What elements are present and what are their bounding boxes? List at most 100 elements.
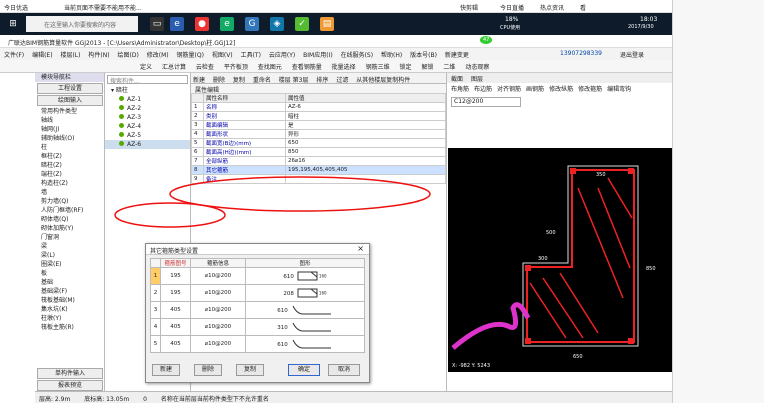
dialog-ok-button[interactable]: 确定 [288, 364, 320, 376]
menu-tools[interactable]: 工具(T) [241, 52, 261, 59]
nav-item[interactable]: 剪力墙(Q) [35, 197, 104, 206]
prop-filter-button[interactable]: 过滤 [336, 77, 348, 83]
tool-batch[interactable]: 批量选择 [332, 64, 356, 71]
app-icon-5[interactable]: ◈ [270, 17, 284, 31]
nav-item[interactable]: 人防门框墙(RF) [35, 206, 104, 215]
menu-bim[interactable]: BIM应用(I) [303, 52, 333, 59]
stirrup-row[interactable]: 4 405 ⌀10@200 310 [150, 318, 365, 336]
menu-cloud[interactable]: 云应用(Y) [269, 52, 295, 59]
nav-item[interactable]: 筏板主筋(R) [35, 323, 104, 332]
prop-value[interactable]: 是 [285, 120, 446, 130]
link-1[interactable]: 今日直播 [500, 3, 524, 12]
prop-new-button[interactable]: 新建 [193, 77, 205, 83]
cad-tool[interactable]: 修改箍筋 [578, 86, 602, 93]
nav-item[interactable]: 门窗洞 [35, 233, 104, 242]
tool-define[interactable]: 定义 [140, 64, 152, 71]
prop-value[interactable]: 异形 [285, 129, 446, 139]
dialog-cancel-button[interactable]: 取消 [328, 364, 360, 376]
stirrup-row[interactable]: 1 195 ⌀10@200 610 160 [150, 267, 365, 285]
prop-floor-select[interactable]: 楼层 第3层 [279, 77, 309, 83]
nav-item[interactable]: 板 [35, 269, 104, 278]
nav-item[interactable]: 轴线 [35, 116, 104, 125]
tool-orbit[interactable]: 动态观察 [465, 64, 489, 71]
cad-tool[interactable]: 对齐钢筋 [497, 86, 521, 93]
today-label[interactable]: 今日优选 [4, 3, 28, 12]
prop-delete-button[interactable]: 删除 [213, 77, 225, 83]
prop-row[interactable]: 5 截面宽(B边)(mm) 650 [191, 138, 446, 148]
prop-row[interactable]: 2 类别 暗柱 [191, 111, 446, 121]
rebar-combo[interactable]: C12@200 [451, 97, 521, 107]
prop-copy-floor-button[interactable]: 从其他楼层复制构件 [356, 77, 410, 83]
dialog-copy-button[interactable]: 复制 [236, 364, 264, 376]
prop-row[interactable]: 4 截面形状 异形 [191, 129, 446, 139]
prop-row[interactable]: 7 全部纵筋 26⌀16 [191, 156, 446, 166]
nav-item[interactable]: 柱墩(Y) [35, 314, 104, 323]
app-icon-3[interactable]: e [220, 17, 234, 31]
nav-item[interactable]: 筏板基础(M) [35, 296, 104, 305]
stirrup-info[interactable]: ⌀10@200 [190, 318, 246, 336]
tab-layer[interactable]: 图层 [471, 76, 483, 83]
property-tab[interactable]: 属性编辑 [191, 84, 446, 94]
nav-item[interactable]: 构造柱(Z) [35, 179, 104, 188]
tree-item[interactable]: AZ-6 [105, 140, 190, 149]
tool-cloud-check[interactable]: 云检查 [196, 64, 214, 71]
tree-item[interactable]: AZ-5 [105, 131, 190, 140]
nav-item[interactable]: 基础 [35, 278, 104, 287]
stirrup-shape[interactable]: 208 160 [245, 284, 365, 302]
project-settings-button[interactable]: 工程设置 [37, 83, 103, 94]
stirrup-row[interactable]: 5 405 ⌀10@200 610 [150, 335, 365, 353]
prop-row[interactable]: 8 其它箍筋 195,195,405,405,405 [191, 165, 446, 175]
menu-view[interactable]: 视图(V) [212, 52, 233, 59]
menu-file[interactable]: 文件(F) [4, 52, 24, 59]
tree-search[interactable]: 搜索构件... [107, 75, 188, 85]
stirrup-info[interactable]: ⌀10@200 [190, 284, 246, 302]
menu-draw[interactable]: 绘图(D) [118, 52, 139, 59]
prop-value[interactable]: 暗柱 [285, 111, 446, 121]
report-preview-button[interactable]: 报表预览 [37, 380, 103, 391]
nav-item[interactable]: 暗柱(Z) [35, 161, 104, 170]
app-icon-6[interactable]: ✓ [295, 17, 309, 31]
nav-item[interactable]: 基础梁(F) [35, 287, 104, 296]
stirrup-info[interactable]: ⌀10@200 [190, 267, 246, 285]
stirrup-shape[interactable]: 310 [245, 318, 365, 336]
nav-item[interactable]: 墙 [35, 188, 104, 197]
tree-item[interactable]: AZ-4 [105, 122, 190, 131]
cad-tool[interactable]: 布边筋 [474, 86, 492, 93]
menu-rebar[interactable]: 钢筋量(Q) [177, 52, 204, 59]
nav-item[interactable]: 砌体加筋(Y) [35, 224, 104, 233]
tool-align[interactable]: 平齐板顶 [224, 64, 248, 71]
link-2[interactable]: 热点资讯 [540, 3, 564, 12]
stirrup-shape[interactable]: 610 160 [245, 267, 365, 285]
prop-row[interactable]: 9 备注 [191, 174, 446, 184]
prop-value[interactable] [285, 174, 446, 184]
nav-item[interactable]: 常用构件类型 [35, 107, 104, 116]
prop-value[interactable]: 195,195,405,405,405 [285, 165, 446, 175]
windows-start-icon[interactable]: ⊞ [6, 17, 20, 31]
stirrup-row[interactable]: 3 405 ⌀10@200 610 [150, 301, 365, 319]
menu-version[interactable]: 版本号(B) [410, 52, 437, 59]
close-icon[interactable]: × [357, 244, 364, 253]
cad-tool[interactable]: 画钢筋 [526, 86, 544, 93]
prop-row[interactable]: 3 截面编辑是 [191, 120, 446, 130]
tool-find[interactable]: 查找图元 [258, 64, 282, 71]
logout-link[interactable]: 退出登录 [620, 50, 644, 59]
tree-item[interactable]: AZ-2 [105, 104, 190, 113]
stirrup-code[interactable]: 405 [160, 318, 191, 336]
cad-canvas[interactable]: 350 500 300 850 650 X: -982 Y: 5243 [448, 148, 672, 372]
task-view-icon[interactable]: ▭ [150, 17, 164, 31]
tool-3d[interactable]: 钢筋三维 [366, 64, 390, 71]
prop-value[interactable]: 26⌀16 [285, 156, 446, 166]
stirrup-shape[interactable]: 610 [245, 301, 365, 319]
prop-copy-button[interactable]: 复制 [233, 77, 245, 83]
nav-item[interactable]: 框柱(Z) [35, 152, 104, 161]
cad-tool[interactable]: 编辑弯钩 [607, 86, 631, 93]
tree-item[interactable]: AZ-3 [105, 113, 190, 122]
link-0[interactable]: 快剪辑 [460, 3, 478, 12]
headline-link[interactable]: 当前页面不需要不能用不能... [64, 3, 142, 12]
nav-item[interactable]: 端柱(Z) [35, 170, 104, 179]
menu-new-change[interactable]: 新建变更 [445, 52, 469, 59]
phone-number[interactable]: 13907298339 [560, 50, 602, 57]
menu-edit[interactable]: 编辑(E) [32, 52, 52, 59]
nav-item[interactable]: 梁(L) [35, 251, 104, 260]
menu-modify[interactable]: 修改(M) [147, 52, 169, 59]
